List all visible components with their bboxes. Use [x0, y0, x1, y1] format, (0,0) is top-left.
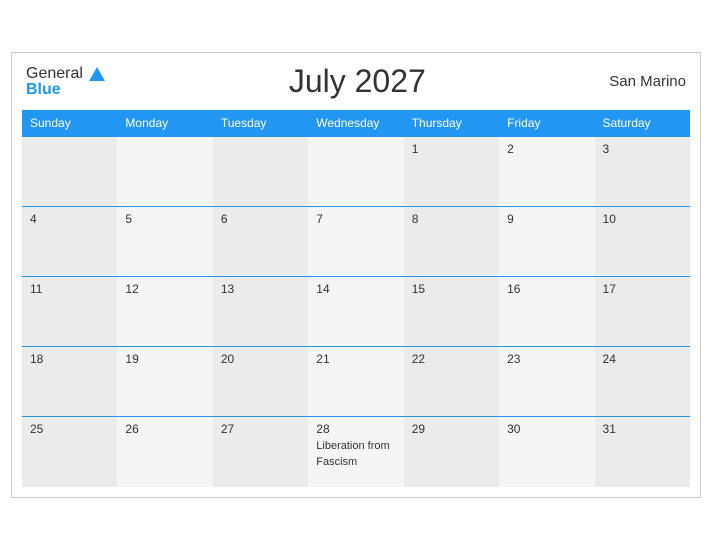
country-label: San Marino [609, 73, 686, 90]
calendar-cell: 18 [22, 347, 117, 417]
col-friday: Friday [499, 110, 594, 137]
calendar-week-row: 11 12 13 14 15 16 17 [22, 277, 690, 347]
calendar-cell: 9 [499, 207, 594, 277]
calendar-header-row: Sunday Monday Tuesday Wednesday Thursday… [22, 110, 690, 137]
calendar-body: 1234567891011121314151617181920212223242… [22, 137, 690, 487]
calendar-cell: 21 [308, 347, 403, 417]
day-number: 21 [316, 352, 395, 366]
calendar-cell: 31 [595, 417, 690, 487]
day-number: 7 [316, 212, 395, 226]
day-number: 24 [603, 352, 682, 366]
day-number: 19 [125, 352, 204, 366]
calendar-cell: 10 [595, 207, 690, 277]
calendar-cell: 30 [499, 417, 594, 487]
calendar-cell: 11 [22, 277, 117, 347]
calendar-header: General Blue July 2027 San Marino [22, 63, 690, 100]
calendar-cell: 25 [22, 417, 117, 487]
day-number: 6 [221, 212, 300, 226]
day-number: 23 [507, 352, 586, 366]
day-number: 9 [507, 212, 586, 226]
calendar-cell: 5 [117, 207, 212, 277]
calendar-cell: 4 [22, 207, 117, 277]
day-number: 4 [30, 212, 109, 226]
calendar-cell: 22 [404, 347, 499, 417]
calendar-cell: 6 [213, 207, 308, 277]
day-number: 12 [125, 282, 204, 296]
col-sunday: Sunday [22, 110, 117, 137]
calendar-cell [308, 137, 403, 207]
calendar-cell: 1 [404, 137, 499, 207]
day-number: 15 [412, 282, 491, 296]
day-number: 1 [412, 142, 491, 156]
calendar-container: General Blue July 2027 San Marino Sunday… [11, 52, 701, 498]
day-number: 28 [316, 422, 395, 436]
calendar-week-row: 18 19 20 21 22 23 24 [22, 347, 690, 417]
calendar-cell: 17 [595, 277, 690, 347]
calendar-cell: 13 [213, 277, 308, 347]
calendar-cell: 23 [499, 347, 594, 417]
calendar-table: Sunday Monday Tuesday Wednesday Thursday… [22, 110, 690, 487]
col-thursday: Thursday [404, 110, 499, 137]
day-number: 26 [125, 422, 204, 436]
calendar-cell: 29 [404, 417, 499, 487]
day-number: 30 [507, 422, 586, 436]
day-number: 14 [316, 282, 395, 296]
calendar-cell: 24 [595, 347, 690, 417]
logo: General Blue [26, 66, 105, 98]
day-number: 17 [603, 282, 682, 296]
calendar-week-row: 25 26 27 28 Liberation from Fascism 29 30 31 [22, 417, 690, 487]
logo-general: General [26, 66, 105, 82]
calendar-cell: 7 [308, 207, 403, 277]
calendar-cell: 28 Liberation from Fascism [308, 417, 403, 487]
calendar-cell: 2 [499, 137, 594, 207]
logo-triangle-icon [89, 67, 105, 81]
logo-blue: Blue [26, 82, 105, 98]
day-number: 5 [125, 212, 204, 226]
day-number: 13 [221, 282, 300, 296]
calendar-week-row: 4 5 6 7 8 9 10 [22, 207, 690, 277]
calendar-cell: 27 [213, 417, 308, 487]
col-wednesday: Wednesday [308, 110, 403, 137]
col-monday: Monday [117, 110, 212, 137]
day-number: 16 [507, 282, 586, 296]
day-number: 2 [507, 142, 586, 156]
calendar-cell: 3 [595, 137, 690, 207]
calendar-cell: 15 [404, 277, 499, 347]
calendar-title: July 2027 [289, 63, 426, 100]
calendar-cell: 19 [117, 347, 212, 417]
col-tuesday: Tuesday [213, 110, 308, 137]
day-number: 10 [603, 212, 682, 226]
calendar-cell [22, 137, 117, 207]
day-number: 18 [30, 352, 109, 366]
day-number: 31 [603, 422, 682, 436]
calendar-cell: 8 [404, 207, 499, 277]
day-number: 27 [221, 422, 300, 436]
day-number: 8 [412, 212, 491, 226]
calendar-cell: 14 [308, 277, 403, 347]
calendar-cell: 12 [117, 277, 212, 347]
day-number: 22 [412, 352, 491, 366]
day-number: 29 [412, 422, 491, 436]
calendar-cell [213, 137, 308, 207]
day-number: 11 [30, 282, 109, 296]
calendar-cell: 20 [213, 347, 308, 417]
calendar-week-row: 1 2 3 [22, 137, 690, 207]
calendar-cell: 16 [499, 277, 594, 347]
day-number: 25 [30, 422, 109, 436]
calendar-cell: 26 [117, 417, 212, 487]
col-saturday: Saturday [595, 110, 690, 137]
event-label: Liberation from Fascism [316, 440, 389, 467]
day-number: 20 [221, 352, 300, 366]
day-number: 3 [603, 142, 682, 156]
calendar-cell [117, 137, 212, 207]
